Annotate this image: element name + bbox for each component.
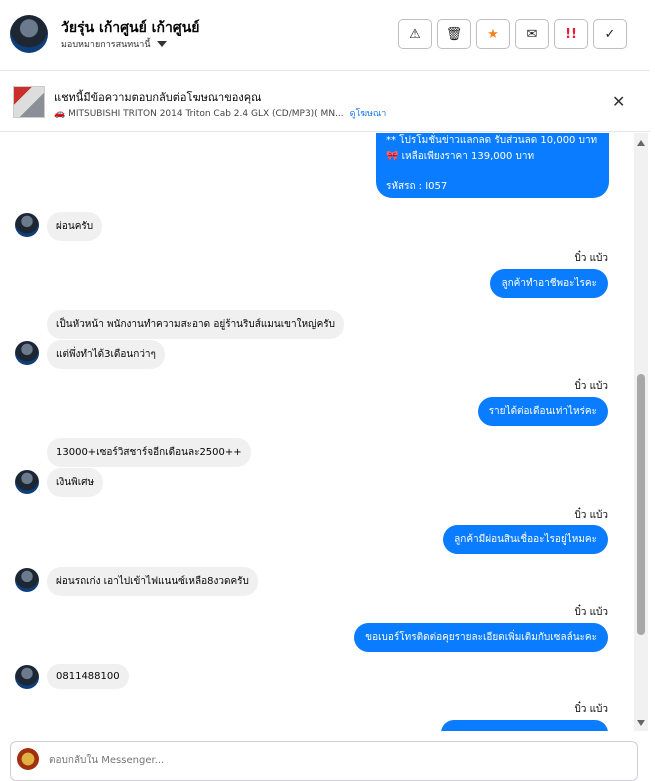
contact-avatar-small <box>15 213 39 237</box>
composer <box>10 741 638 781</box>
contact-avatar-small <box>15 568 39 592</box>
contact-avatar-small <box>15 665 39 689</box>
warning-icon[interactable]: ⚠ <box>398 19 432 49</box>
outgoing-message: ลูกค้าทำอาชีพอะไรคะ <box>490 269 608 298</box>
trash-icon[interactable]: 🗑 <box>437 19 471 49</box>
contact-name[interactable]: วัยรุ่น เก้าศูนย์ เก้าศูนย์ <box>61 17 199 39</box>
assign-conversation-dropdown[interactable]: มอบหมายการสนทนานี้ <box>61 37 167 51</box>
incoming-message: 13000+เซอร์วิสชาร์จอีกเดือนละ2500++ <box>47 438 251 467</box>
promo-line: 🎀 เหลือเพียงราคา 139,000 บาท <box>386 151 535 162</box>
promo-code: รหัสรถ : I057 <box>386 181 448 192</box>
incoming-message: ผ่อนรถเก่ง เอาไปเข้าไฟแนนซ์เหลือ8งวดครับ <box>47 567 258 596</box>
banner-ad-info: 🚗 MITSUBISHI TRITON 2014 Triton Cab 2.4 … <box>54 106 386 120</box>
incoming-message: เงินพิเศษ <box>47 468 104 497</box>
assign-label: มอบหมายการสนทนานี้ <box>61 40 151 50</box>
incoming-message: ผ่อนครับ <box>47 212 103 241</box>
contact-avatar-small <box>15 341 39 365</box>
spam-icon[interactable]: !! <box>554 19 588 49</box>
sender-name: บิ๋ว แบ้ว <box>574 510 608 521</box>
sender-name: บิ๋ว แบ้ว <box>574 607 608 618</box>
contact-avatar-small <box>15 470 39 494</box>
outgoing-message: ขอเบอร์โทรติดต่อคุยรายละเอียดเพิ่มเติมกั… <box>354 623 608 652</box>
outgoing-message: รายได้ต่อเดือนเท่าไหร่คะ <box>477 397 608 426</box>
outgoing-message-partial <box>441 720 608 731</box>
promo-line: ** โปรโมชั่นข่าวแลกลด รับส่วนลด 10,000 บ… <box>386 135 598 146</box>
reply-input[interactable] <box>49 750 609 770</box>
incoming-message: แต่พึ่งทำได้3เดือนกว่าๆ <box>47 340 165 369</box>
ad-text: 🚗 MITSUBISHI TRITON 2014 Triton Cab 2.4 … <box>54 109 344 119</box>
scroll-down-icon[interactable] <box>637 720 645 726</box>
incoming-message: 0811488100 <box>47 664 129 689</box>
scrollbar-thumb[interactable] <box>637 374 645 635</box>
caret-down-icon <box>156 41 167 47</box>
outgoing-message: ลูกค้ามีผ่อนสินเชื่ออะไรอยู่ไหมคะ <box>443 525 608 554</box>
sender-name: บิ๋ว แบ้ว <box>574 253 608 264</box>
chat-scrollbar[interactable] <box>634 133 648 731</box>
view-ad-link[interactable]: ดูโฆษณา <box>350 109 387 119</box>
action-toolbar: ⚠ 🗑 ★ ✉ !! ✓ <box>398 19 627 49</box>
check-icon[interactable]: ✓ <box>593 19 627 49</box>
conversation-header: วัยรุ่น เก้าศูนย์ เก้าศูนย์ มอบหมายการสน… <box>0 0 650 71</box>
envelope-icon[interactable]: ✉ <box>515 19 549 49</box>
sender-name: บิ๋ว แบ้ว <box>574 381 608 392</box>
message-thread: ** โปรโมชั่นข่าวแลกลด รับส่วนลด 10,000 บ… <box>0 133 633 731</box>
sender-name: บิ๋ว แบ้ว <box>574 704 608 715</box>
ad-thumbnail <box>13 86 45 118</box>
outgoing-promo-bubble: ** โปรโมชั่นข่าวแลกลด รับส่วนลด 10,000 บ… <box>376 133 609 198</box>
incoming-message: เป็นหัวหน้า พนักงานทำความสะอาด อยู่ร้านร… <box>47 310 344 339</box>
page-avatar <box>17 748 39 770</box>
close-icon[interactable]: ✕ <box>612 94 625 110</box>
contact-avatar[interactable] <box>10 15 48 53</box>
ad-reply-banner: แชทนี้มีข้อความตอบกลับต่อโฆษณาของคุณ 🚗 M… <box>0 72 650 132</box>
star-icon[interactable]: ★ <box>476 19 510 49</box>
scroll-up-icon[interactable] <box>637 140 645 146</box>
banner-title: แชทนี้มีข้อความตอบกลับต่อโฆษณาของคุณ <box>54 91 262 104</box>
